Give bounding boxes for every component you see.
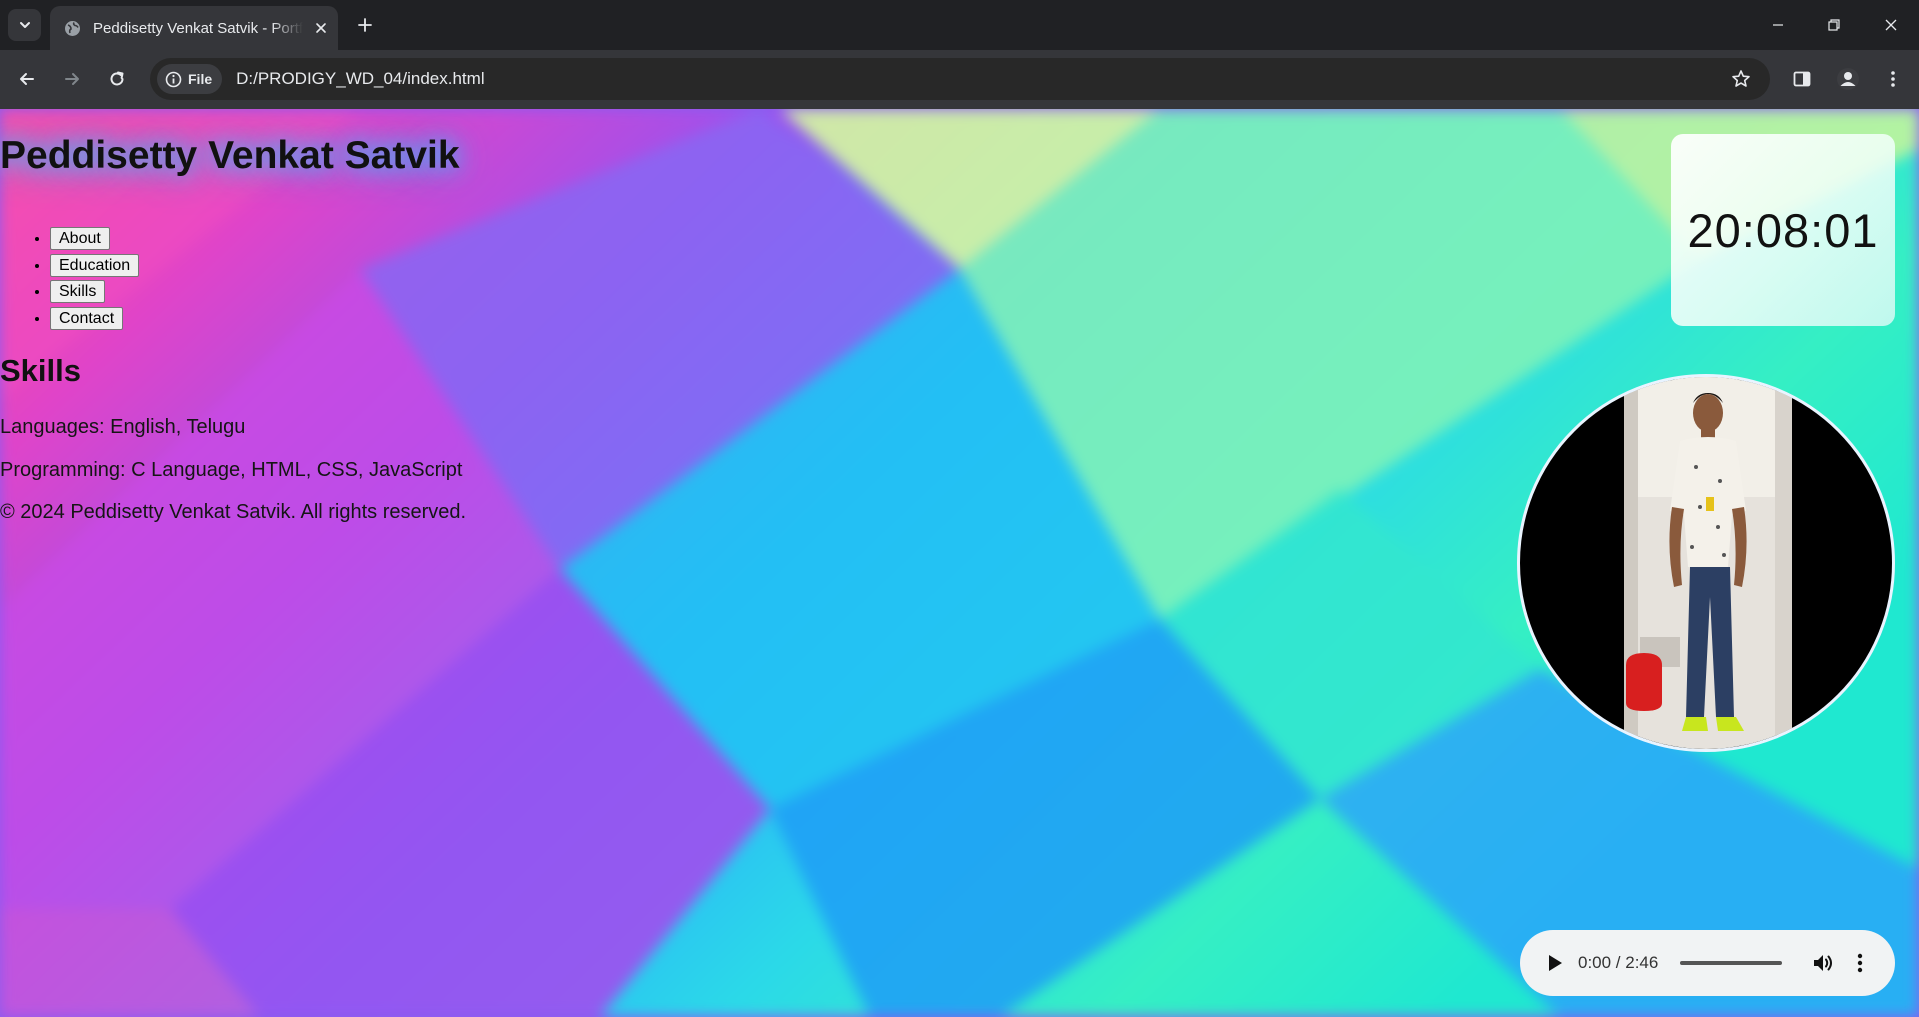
nav-item-about: About [50,227,139,254]
audio-time: 0:00 / 2:46 [1578,953,1659,972]
clock-time: 20:08:01 [1687,203,1879,257]
page-title: Peddisetty Venkat Satvik [0,134,460,177]
about-button[interactable]: About [50,227,110,250]
browser-toolbar: File D:/PRODIGY_WD_04/index.html [0,50,1919,109]
browser-tab-active[interactable]: Peddisetty Venkat Satvik - Portfolio [50,6,338,50]
audio-player: 0:00 / 2:46 [1520,930,1895,996]
more-vert-icon [1891,71,1895,87]
page-viewport: Peddisetty Venkat Satvik About Education… [0,109,1919,1017]
reload-button[interactable] [101,63,133,95]
profile-photo-image [1624,377,1792,749]
side-panel-icon [1793,71,1811,87]
play-icon [1549,955,1562,971]
new-tab-button[interactable] [352,12,378,38]
main-nav: About Education Skills Contact [0,227,140,334]
restore-icon [1828,19,1840,31]
globe-icon [63,19,81,37]
info-icon [165,71,182,87]
minimize-button[interactable] [1763,10,1793,40]
volume-icon [1814,955,1833,971]
restore-button[interactable] [1819,10,1849,40]
minimize-icon [1773,24,1783,26]
audio-play-button[interactable] [1540,948,1570,978]
nav-item-contact: Contact [50,306,139,334]
arrow-right-icon [65,73,79,85]
plus-icon [358,18,372,32]
clock-card: 20:08:01 [1671,134,1895,326]
skill-programming: Programming: C Language, HTML, CSS, Java… [0,459,463,481]
audio-more-button[interactable] [1848,949,1872,977]
address-bar[interactable]: File D:/PRODIGY_WD_04/index.html [150,58,1770,100]
profile-button[interactable] [1832,63,1864,95]
skill-languages: Languages: English, Telugu [0,416,246,438]
site-chip-label: File [188,71,213,87]
audio-seek-bar[interactable] [1680,961,1783,965]
profile-avatar-icon [1837,68,1859,90]
forward-button[interactable] [56,63,88,95]
side-panel-button[interactable] [1786,63,1818,95]
tab-search-button[interactable] [8,9,41,41]
skills-heading: Skills [0,353,81,388]
arrow-left-icon [20,73,34,85]
contact-button[interactable]: Contact [50,306,124,330]
education-button[interactable]: Education [50,253,140,277]
bookmark-button[interactable] [1726,64,1756,94]
site-info-chip[interactable]: File [157,64,223,94]
skills-button[interactable]: Skills [50,280,106,303]
close-tab-icon[interactable] [311,18,331,38]
url-text[interactable]: D:/PRODIGY_WD_04/index.html [236,69,484,89]
back-button[interactable] [11,63,43,95]
reload-icon [110,71,124,86]
footer-copyright: © 2024 Peddisetty Venkat Satvik. All rig… [0,501,467,523]
nav-item-skills: Skills [50,280,139,307]
nav-item-education: Education [50,253,140,281]
close-icon [1885,19,1897,31]
close-window-button[interactable] [1876,10,1906,40]
more-vert-icon [1858,953,1863,973]
browser-tab-strip: Peddisetty Venkat Satvik - Portfolio [0,0,1919,50]
chevron-down-icon [19,22,30,28]
menu-button[interactable] [1877,63,1909,95]
star-icon [1732,70,1750,87]
audio-volume-button[interactable] [1808,949,1836,977]
profile-photo [1517,374,1895,752]
tab-title: Peddisetty Venkat Satvik - Portfolio [93,19,303,37]
